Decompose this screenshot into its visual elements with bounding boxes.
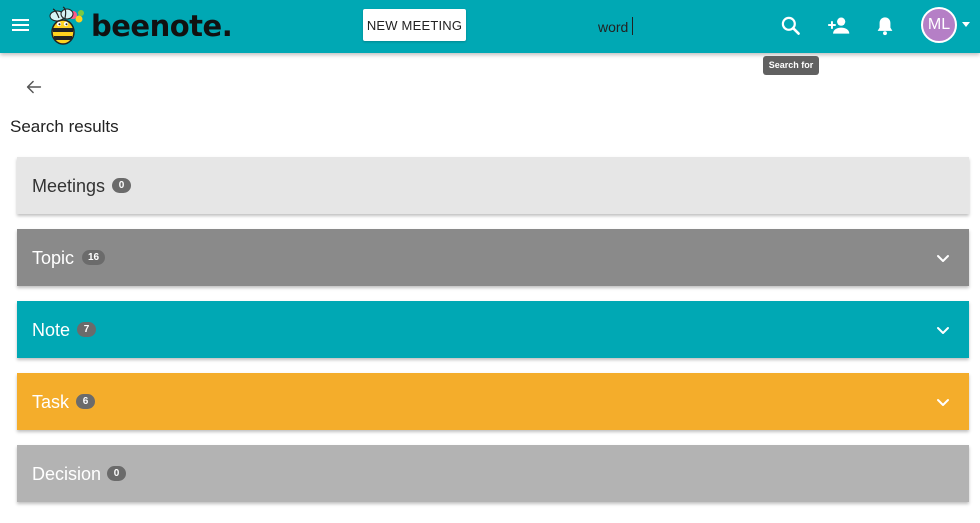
panel-label: Task <box>32 392 70 412</box>
chevron-down-icon[interactable] <box>962 22 970 27</box>
chevron-down-icon[interactable] <box>935 322 951 338</box>
topic-results-panel[interactable]: Topic 16 <box>17 229 969 286</box>
search-tooltip: Search for <box>763 56 819 75</box>
new-meeting-button[interactable]: NEW MEETING <box>363 9 466 41</box>
top-bar: beenote. NEW MEETING ML <box>0 0 980 53</box>
search-input[interactable] <box>598 17 748 37</box>
search-icon[interactable] <box>778 13 804 39</box>
panel-label: Topic <box>32 248 75 268</box>
text-cursor <box>632 17 633 35</box>
count-badge: 16 <box>82 250 106 265</box>
meetings-results-panel[interactable]: Meetings 0 <box>17 157 969 214</box>
panel-label: Decision <box>32 464 102 484</box>
back-arrow-icon[interactable] <box>23 76 45 98</box>
chevron-down-icon[interactable] <box>935 394 951 410</box>
panel-label: Note <box>32 320 71 340</box>
note-results-panel[interactable]: Note 7 <box>17 301 969 358</box>
bell-icon[interactable] <box>872 13 898 39</box>
page-title: Search results <box>10 117 119 136</box>
decision-results-panel[interactable]: Decision 0 <box>17 445 969 502</box>
count-badge: 6 <box>76 394 95 409</box>
avatar[interactable]: ML <box>921 7 957 43</box>
logo-wordmark: beenote. <box>91 9 233 43</box>
count-badge: 7 <box>77 322 96 337</box>
panel-label: Meetings <box>32 176 106 196</box>
beenote-logo[interactable]: beenote. <box>43 6 238 48</box>
chevron-down-icon[interactable] <box>935 250 951 266</box>
menu-icon[interactable] <box>10 14 32 36</box>
logo-text: beenote <box>91 9 222 43</box>
count-badge: 0 <box>112 178 131 193</box>
bee-mascot-icon <box>49 6 84 45</box>
count-badge: 0 <box>107 466 126 481</box>
add-user-icon[interactable] <box>826 13 852 39</box>
logo-dot: . <box>221 9 233 43</box>
task-results-panel[interactable]: Task 6 <box>17 373 969 430</box>
